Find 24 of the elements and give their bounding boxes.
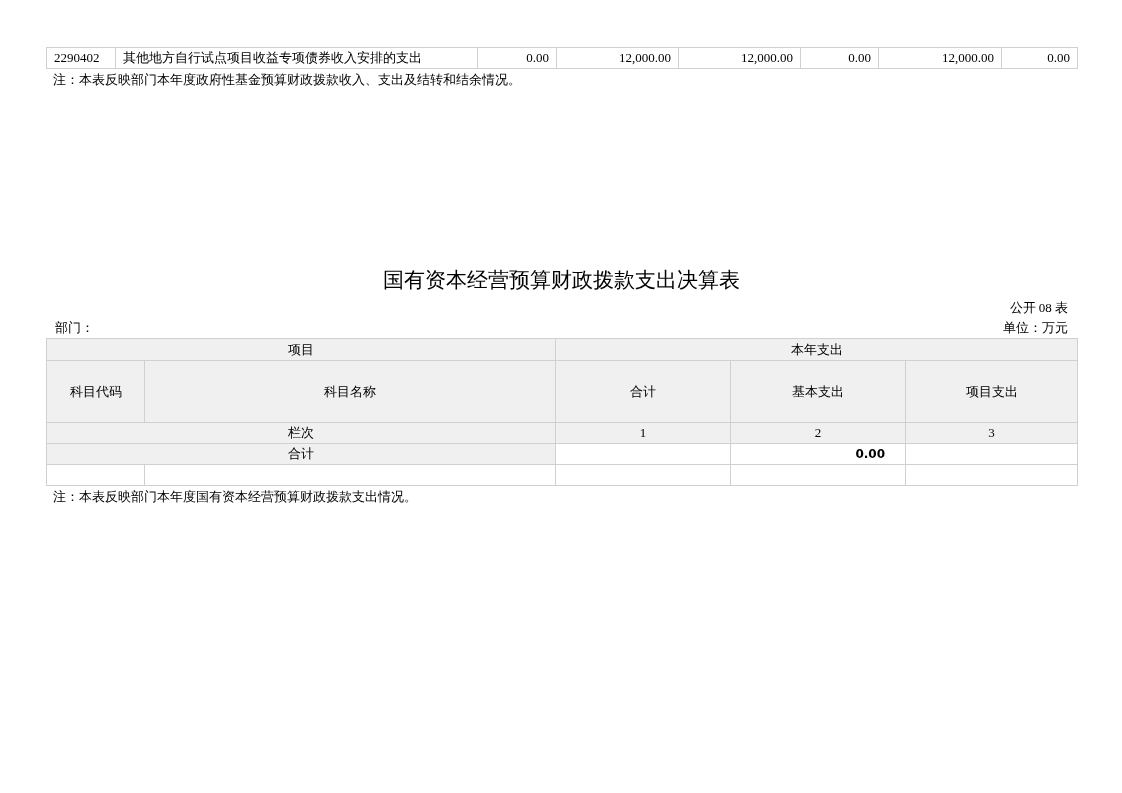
table-cell: 2290402 [46,47,116,69]
table-cell: 0.00 [1001,47,1078,69]
table-cell: 12,000.00 [878,47,1002,69]
table-title: 国有资本经营预算财政拨款支出决算表 [382,267,741,294]
department-label: 部门： [55,319,94,337]
header-cell: 科目代码 [46,360,145,423]
table-cell: 12,000.00 [556,47,679,69]
header-cell: 本年支出 [555,338,1078,361]
header-cell: 科目名称 [144,360,556,423]
header-cell: 项目 [46,338,556,361]
header-cell: 基本支出 [730,360,906,423]
header-cell: 项目支出 [905,360,1078,423]
table-cell: 0.00 [730,443,906,465]
table-cell: 0.00 [800,47,879,69]
header-cell: 合计 [46,443,556,465]
table-note: 注：本表反映部门本年度政府性基金预算财政拨款收入、支出及结转和结余情况。 [52,71,522,89]
table-note: 注：本表反映部门本年度国有资本经营预算财政拨款支出情况。 [52,488,418,506]
table-cell: 其他地方自行试点项目收益专项债券收入安排的支出 [115,47,478,69]
unit-label: 单位：万元 [1003,319,1068,337]
header-cell: 栏次 [46,422,556,444]
form-number: 公开 08 表 [1009,300,1068,315]
table-cell: 0.00 [477,47,557,69]
header-cell: 合计 [555,360,731,423]
table-cell: 12,000.00 [678,47,801,69]
